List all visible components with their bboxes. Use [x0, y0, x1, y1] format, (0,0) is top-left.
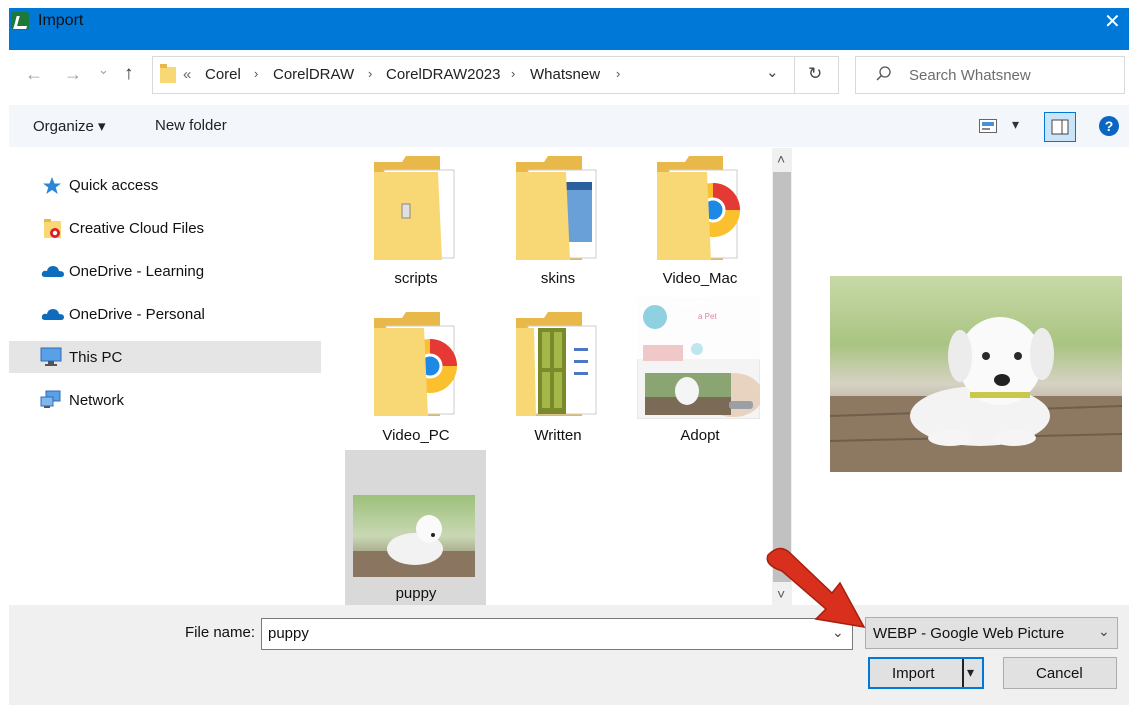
- cancel-button-label: Cancel: [1036, 665, 1083, 682]
- puppy-thumbnail[interactable]: [353, 495, 475, 577]
- folder-icon[interactable]: [657, 152, 740, 260]
- title-bar: [9, 8, 1129, 50]
- file-label[interactable]: puppy: [346, 585, 486, 602]
- refresh-icon: ↻: [808, 64, 823, 83]
- breadcrumb-item[interactable]: Whatsnew: [530, 66, 600, 83]
- breadcrumb-item[interactable]: Corel: [205, 66, 241, 83]
- address-dropdown-button[interactable]: ⌄: [766, 63, 779, 81]
- creative-cloud-icon: [43, 218, 63, 243]
- file-name-value[interactable]: puppy: [268, 625, 309, 642]
- view-dropdown-button[interactable]: ▾: [1012, 116, 1019, 133]
- sidebar-item-label: OneDrive - Learning: [69, 263, 205, 280]
- breadcrumb-item[interactable]: CorelDRAW: [273, 66, 354, 83]
- adopt-thumb-sub: a Pet: [698, 312, 717, 321]
- adopt-thumb-headline: ADOPT: [676, 300, 708, 310]
- network-icon: [40, 390, 62, 413]
- help-button[interactable]: ?: [1099, 116, 1119, 136]
- sidebar-item-label: This PC: [69, 349, 123, 366]
- organize-button[interactable]: Organize ▾: [33, 117, 106, 135]
- sidebar-item-label: Creative Cloud Files: [69, 220, 205, 237]
- breadcrumb-separator[interactable]: ›: [368, 66, 372, 81]
- cloud-icon: [41, 307, 65, 324]
- recent-locations-button[interactable]: ⌄: [98, 62, 109, 78]
- folder-icon[interactable]: [374, 308, 457, 416]
- file-label[interactable]: skins: [488, 270, 628, 287]
- annotation-arrow-icon: [760, 543, 870, 633]
- cloud-icon: [41, 264, 65, 281]
- close-button[interactable]: ✕: [1104, 9, 1121, 34]
- import-button-label: Import: [892, 665, 935, 682]
- file-label[interactable]: Video_Mac: [630, 270, 770, 287]
- breadcrumb-separator[interactable]: ›: [616, 66, 620, 81]
- import-split-divider: [962, 659, 964, 687]
- scrollbar-thumb[interactable]: [773, 172, 791, 582]
- chevron-down-icon[interactable]: ⌄: [1098, 623, 1110, 640]
- monitor-icon: [40, 347, 62, 370]
- search-placeholder: Search Whatsnew: [909, 67, 1031, 84]
- file-name-label: File name:: [185, 624, 256, 641]
- window-title: Import: [38, 12, 84, 29]
- folder-icon[interactable]: [374, 152, 455, 260]
- new-folder-button[interactable]: New folder: [155, 117, 227, 134]
- file-type-value[interactable]: WEBP - Google Web Picture: [873, 625, 1064, 642]
- breadcrumb-separator[interactable]: ›: [511, 66, 515, 81]
- import-options-dropdown[interactable]: ▾: [967, 664, 974, 681]
- view-options-icon[interactable]: [979, 119, 997, 133]
- back-button[interactable]: ←: [25, 64, 43, 85]
- sidebar-item-label: Network: [69, 392, 125, 409]
- preview-image: [829, 276, 1123, 472]
- folder-icon: [160, 64, 176, 84]
- search-icon: [876, 66, 892, 82]
- sidebar-item-label: OneDrive - Personal: [69, 306, 205, 323]
- folder-icon[interactable]: [516, 152, 597, 260]
- file-label[interactable]: Written: [488, 427, 628, 444]
- folder-icon[interactable]: [516, 308, 597, 416]
- breadcrumb-item[interactable]: CorelDRAW2023: [386, 66, 501, 83]
- star-icon: [42, 176, 62, 199]
- breadcrumb-overflow[interactable]: «: [183, 66, 191, 83]
- coreldraw-app-icon: [11, 12, 29, 30]
- up-button[interactable]: ↑: [124, 63, 134, 85]
- scroll-up-button[interactable]: ˄: [777, 151, 785, 167]
- file-label[interactable]: Adopt: [630, 427, 770, 444]
- sidebar-item-label: Quick access: [69, 177, 159, 194]
- forward-button[interactable]: →: [64, 64, 82, 85]
- file-label[interactable]: Video_PC: [346, 427, 486, 444]
- breadcrumb-separator[interactable]: ›: [254, 66, 258, 81]
- file-label[interactable]: scripts: [346, 270, 486, 287]
- preview-pane-button[interactable]: [1044, 112, 1076, 142]
